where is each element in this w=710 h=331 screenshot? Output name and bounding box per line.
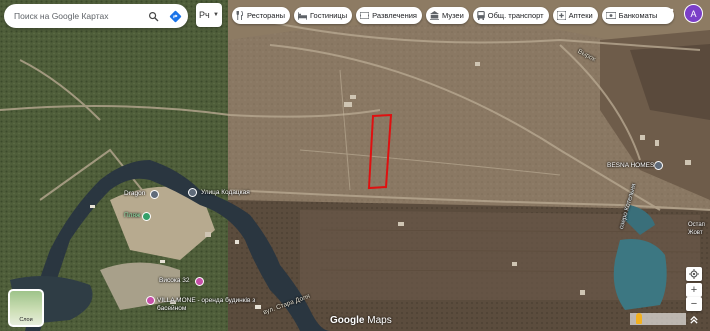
museum-icon [430, 11, 439, 20]
expand-up-button[interactable] [686, 313, 702, 327]
my-location-button[interactable] [686, 267, 702, 281]
chip-transit[interactable]: Общ. транспорт [472, 7, 549, 24]
layers-label: Слои [19, 317, 33, 323]
google-wordmark: Google [330, 315, 365, 326]
place-ulitsa-kodatskaya[interactable]: Улица Кодацкая [201, 189, 250, 196]
chevron-down-icon: ▼ [213, 12, 219, 18]
chip-label: Гостиницы [310, 11, 348, 20]
road-label-ostap: Остап [688, 222, 705, 228]
chip-entertainment[interactable]: Развлечения [356, 7, 422, 24]
chip-pharmacies[interactable]: Аптеки [552, 7, 598, 24]
crosshair-icon [689, 269, 699, 279]
directions-icon[interactable] [166, 7, 184, 25]
chip-label: Аптеки [568, 11, 593, 20]
google-maps-logo: Google Maps [330, 315, 392, 326]
chip-label: Музеи [442, 11, 464, 20]
chip-label: Банкоматы [618, 11, 658, 20]
chip-label: Развлечения [372, 11, 417, 20]
apps-grid-icon[interactable] [662, 8, 674, 20]
pin-icon[interactable] [654, 161, 663, 170]
account-avatar[interactable]: А [684, 4, 703, 23]
language-label: Рч [199, 10, 210, 20]
search-box[interactable] [4, 4, 188, 28]
search-input[interactable] [14, 11, 144, 21]
road-label-zhovt: Жовт [688, 230, 703, 236]
chevron-up-icon [690, 316, 698, 324]
beach-icon[interactable] [142, 212, 151, 221]
zoom-out-button[interactable]: − [686, 297, 702, 311]
ticket-icon [360, 12, 370, 19]
cash-icon [605, 12, 616, 19]
bus-icon [477, 11, 485, 20]
hotel-icon[interactable] [146, 296, 155, 305]
camera-icon[interactable] [150, 190, 159, 199]
chip-restaurants[interactable]: Рестораны [232, 7, 290, 24]
place-besna-homes[interactable]: BESNA HOMES [607, 162, 654, 169]
search-icon[interactable] [144, 7, 162, 25]
chip-label: Рестораны [247, 11, 285, 20]
place-villa-mone[interactable]: VILLA MONE - оренда будинків з басейном [157, 297, 267, 313]
camera-icon[interactable] [188, 188, 197, 197]
language-selector[interactable]: Рч ▼ [196, 3, 222, 27]
bed-icon [298, 11, 307, 20]
place-vysoka-32[interactable]: Висока 32 [159, 277, 190, 284]
chip-hotels[interactable]: Гостиницы [294, 7, 353, 24]
maps-wordmark: Maps [367, 315, 392, 326]
hotel-icon[interactable] [195, 277, 204, 286]
chip-museums[interactable]: Музеи [426, 7, 469, 24]
pegman-icon[interactable] [636, 313, 642, 324]
fork-knife-icon [236, 11, 243, 20]
pharmacy-icon [556, 11, 566, 20]
place-dragon[interactable]: Dragon [124, 190, 145, 197]
layers-button[interactable]: Слои [8, 289, 44, 327]
satellite-map[interactable] [0, 0, 710, 331]
chip-label: Общ. транспорт [487, 11, 544, 20]
category-chips: Рестораны Гостиницы Развлечения Музеи Об… [232, 7, 674, 24]
zoom-in-button[interactable]: + [686, 283, 702, 297]
place-beach[interactable]: Пляж [124, 212, 140, 219]
